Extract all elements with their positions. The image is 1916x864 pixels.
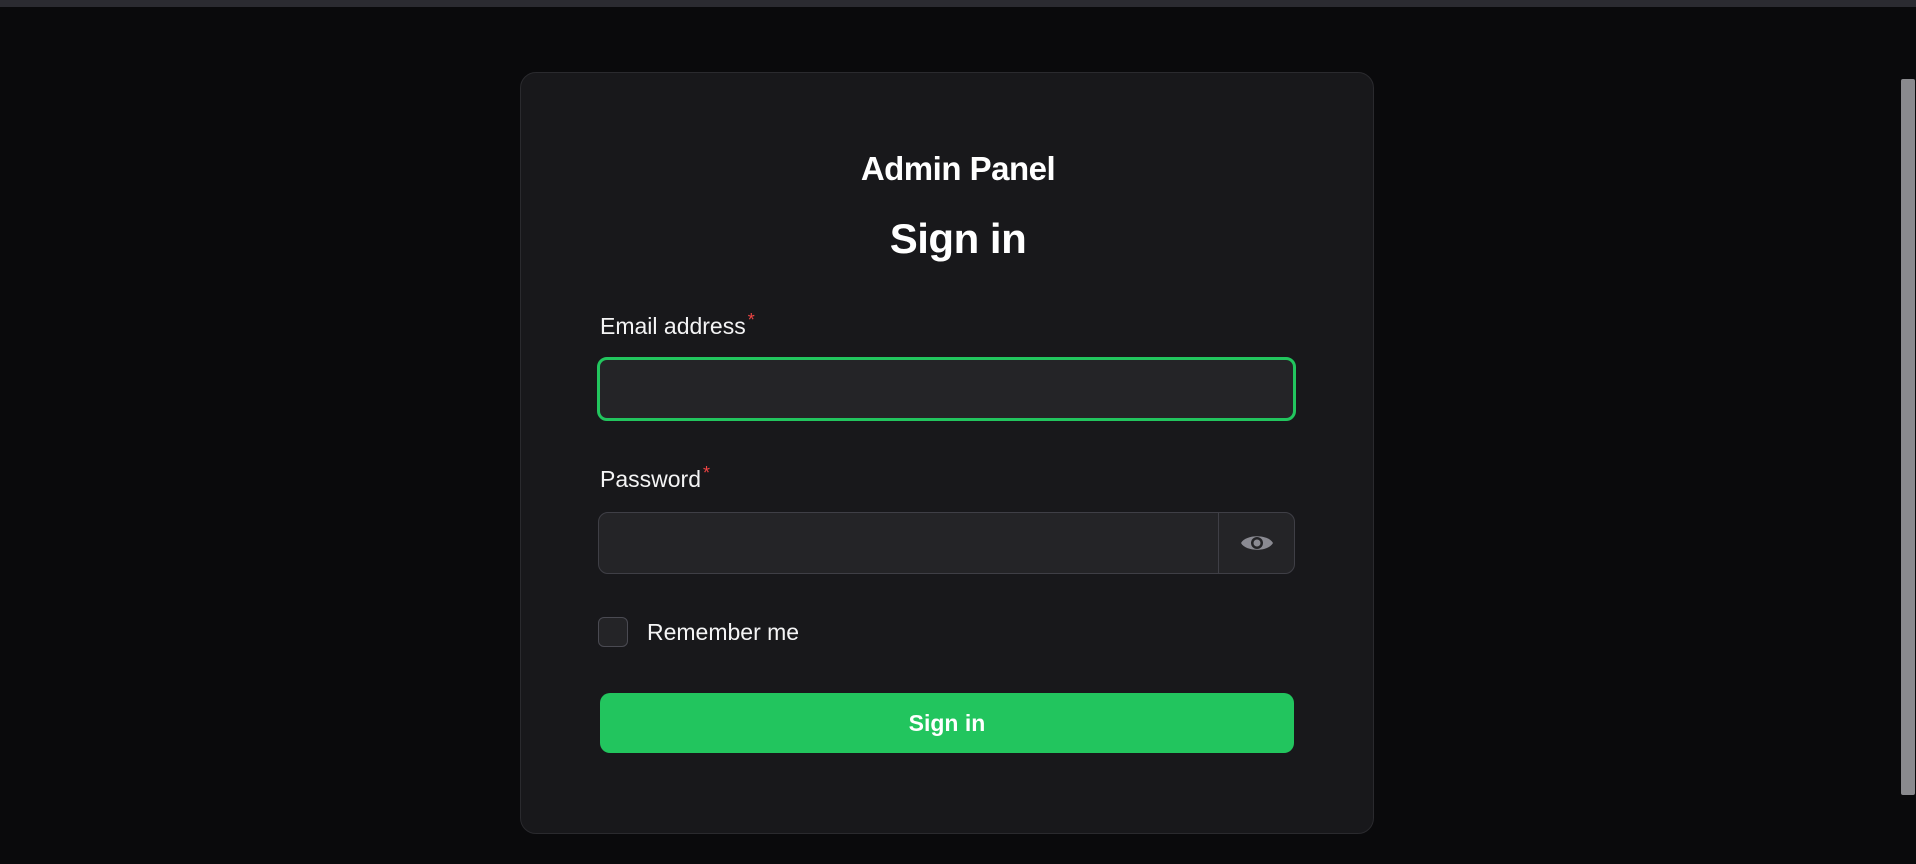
eye-icon [1240, 536, 1273, 550]
password-field[interactable] [599, 513, 1219, 573]
page-title: Sign in [889, 215, 1027, 262]
scrollbar-track[interactable] [1898, 7, 1916, 864]
password-required-marker: * [702, 463, 710, 483]
sign-in-button[interactable]: Sign in [600, 693, 1294, 753]
email-label: Email address * [600, 310, 755, 340]
email-required-marker: * [747, 310, 755, 330]
email-label-text: Email address [600, 313, 746, 339]
remember-me-label[interactable]: Remember me [647, 618, 799, 646]
password-field-group [598, 512, 1295, 574]
password-label-text: Password [600, 466, 701, 492]
browser-top-bar [0, 0, 1916, 7]
email-field[interactable] [597, 357, 1296, 421]
show-password-button[interactable] [1218, 513, 1294, 573]
app-brand: Admin Panel [860, 150, 1056, 187]
password-label: Password * [600, 463, 710, 493]
remember-me-checkbox[interactable] [598, 617, 628, 647]
